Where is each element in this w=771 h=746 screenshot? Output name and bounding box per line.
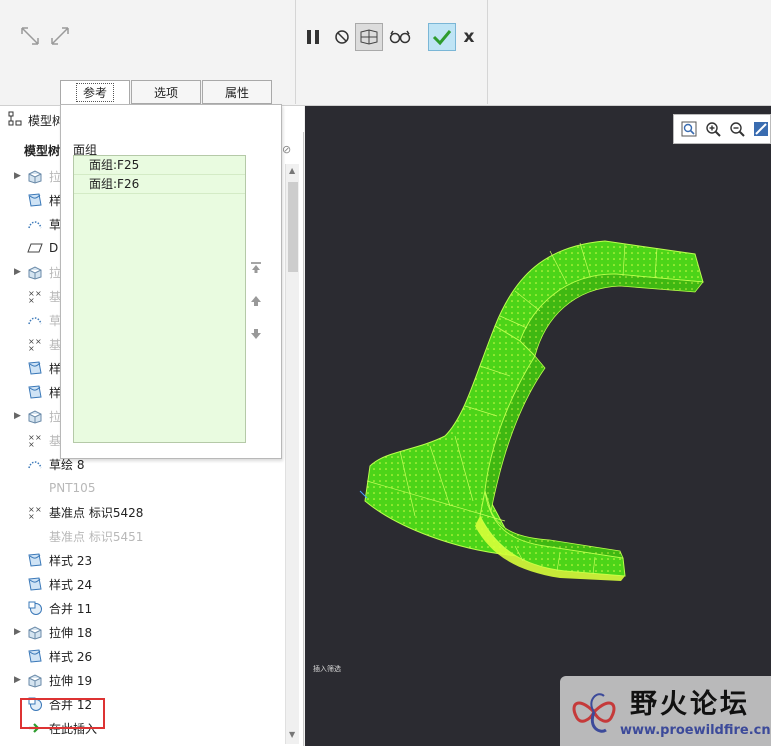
tab-references[interactable]: 参考 xyxy=(60,80,130,105)
extrude-icon xyxy=(26,264,44,280)
style-icon xyxy=(26,192,44,208)
model-tree-title: 模型树 xyxy=(28,114,65,128)
datum-point-icon: × × × xyxy=(26,432,44,448)
tree-item-label: 基准点 标识5428 xyxy=(49,505,144,520)
sketch-icon xyxy=(26,312,44,328)
style-icon xyxy=(26,648,44,664)
style-icon xyxy=(26,384,44,400)
extrude-icon xyxy=(26,672,44,688)
expand-arrow-icon[interactable]: ▶ xyxy=(14,171,24,181)
tree-icon-placeholder xyxy=(26,528,44,544)
tree-item[interactable]: ▶ 拉伸 19 xyxy=(0,668,285,692)
scroll-thumb[interactable] xyxy=(288,182,298,272)
merge-icon xyxy=(26,600,44,616)
extrude-icon xyxy=(26,408,44,424)
tree-item-label: PNT105 xyxy=(49,481,96,495)
svg-text:×: × xyxy=(28,440,35,448)
style-icon xyxy=(26,360,44,376)
expand-arrow-icon[interactable]: ▶ xyxy=(14,411,24,421)
dashboard-tabs: 参考 选项 属性 xyxy=(60,80,273,105)
tab-properties-label: 属性 xyxy=(224,85,249,100)
tree-settings-icon[interactable]: ⊘ xyxy=(282,143,291,156)
glasses-icon[interactable] xyxy=(388,27,412,47)
expand-arrows-icon[interactable] xyxy=(18,24,42,48)
expand-arrow-icon[interactable]: ▶ xyxy=(14,267,24,277)
collector-item[interactable]: 面组:F26 xyxy=(74,175,245,194)
move-to-top-icon[interactable] xyxy=(249,261,263,275)
style-icon xyxy=(26,552,44,568)
svg-text:×: × xyxy=(35,289,42,298)
tree-scrollbar[interactable]: ▲ ▼ xyxy=(285,164,299,744)
svg-text:×: × xyxy=(28,296,35,304)
tree-item-label: 拉伸 18 xyxy=(49,625,93,640)
tree-item-label: 合并 11 xyxy=(49,601,93,616)
watermark-url: www.proewildfire.cn xyxy=(620,723,771,738)
tree-item-label: 样式 24 xyxy=(49,577,93,592)
status-text: 插入筛选 xyxy=(313,665,341,673)
model-tree-column-label: 模型树 xyxy=(24,144,61,158)
quilt-collector[interactable]: 面组:F25 面组:F26 xyxy=(73,155,246,443)
datum-plane-icon xyxy=(26,240,44,256)
graphics-viewport[interactable]: 插入筛选 野火论坛 www.proewildfire.cn xyxy=(305,106,771,746)
tree-item-label: 样式 23 xyxy=(49,553,93,568)
scroll-up-arrow-icon[interactable]: ▲ xyxy=(289,166,295,175)
tab-references-label: 参考 xyxy=(75,83,114,102)
svg-text:×: × xyxy=(28,512,35,520)
svg-text:×: × xyxy=(35,337,42,346)
tree-item[interactable]: 合并 11 xyxy=(0,596,285,620)
tab-properties[interactable]: 属性 xyxy=(202,80,272,104)
collector-item[interactable]: 面组:F25 xyxy=(74,156,245,175)
datum-point-icon: × × × xyxy=(26,504,44,520)
no-preview-icon[interactable] xyxy=(332,27,352,47)
model-tree-icon xyxy=(8,111,22,127)
surface-model[interactable] xyxy=(305,106,771,746)
tree-item[interactable]: 样式 23 xyxy=(0,548,285,572)
expand-arrow-icon[interactable]: ▶ xyxy=(14,675,24,685)
tree-item[interactable]: PNT105 xyxy=(0,476,285,500)
svg-text:×: × xyxy=(28,344,35,352)
collapse-arrows-icon[interactable] xyxy=(48,24,72,48)
confirm-check-icon[interactable] xyxy=(428,23,456,51)
sketch-icon xyxy=(26,216,44,232)
cancel-x-icon[interactable]: x xyxy=(460,27,478,47)
dashboard-ribbon: x 参考 选项 属性 xyxy=(0,0,771,106)
tree-item[interactable]: 样式 24 xyxy=(0,572,285,596)
tree-item[interactable]: 样式 26 xyxy=(0,644,285,668)
move-down-icon[interactable] xyxy=(249,327,263,341)
watermark-logo-icon xyxy=(568,686,620,738)
tree-item-label: D xyxy=(49,241,59,255)
expand-arrow-icon[interactable]: ▶ xyxy=(14,627,24,637)
svg-text:×: × xyxy=(35,433,42,442)
tab-options[interactable]: 选项 xyxy=(131,80,201,104)
datum-point-icon: × × × xyxy=(26,336,44,352)
svg-text:×: × xyxy=(35,505,42,514)
tree-item[interactable]: × × × 基准点 标识5428 xyxy=(0,500,285,524)
extrude-icon xyxy=(26,624,44,640)
extrude-icon xyxy=(26,168,44,184)
tree-item[interactable]: ▶ 拉伸 18 xyxy=(0,620,285,644)
references-panel: 面组 面组:F25 面组:F26 xyxy=(60,104,282,459)
datum-point-icon: × × × xyxy=(26,288,44,304)
style-icon xyxy=(26,576,44,592)
watermark-title: 野火论坛 xyxy=(630,689,750,720)
highlight-box xyxy=(20,698,105,729)
pause-icon[interactable] xyxy=(303,27,323,47)
watermark: 野火论坛 www.proewildfire.cn xyxy=(560,676,771,746)
tree-item[interactable]: 基准点 标识5451 xyxy=(0,524,285,548)
tree-icon-placeholder xyxy=(26,480,44,496)
move-up-icon[interactable] xyxy=(249,294,263,308)
tree-item-label: 样式 26 xyxy=(49,649,93,664)
scroll-down-arrow-icon[interactable]: ▼ xyxy=(289,730,295,739)
sketch-icon xyxy=(26,456,44,472)
tree-item-label: 拉伸 19 xyxy=(49,673,93,688)
tab-options-label: 选项 xyxy=(153,85,178,100)
verify-mode-icon[interactable] xyxy=(355,23,383,51)
tree-item-label: 基准点 标识5451 xyxy=(49,529,144,544)
